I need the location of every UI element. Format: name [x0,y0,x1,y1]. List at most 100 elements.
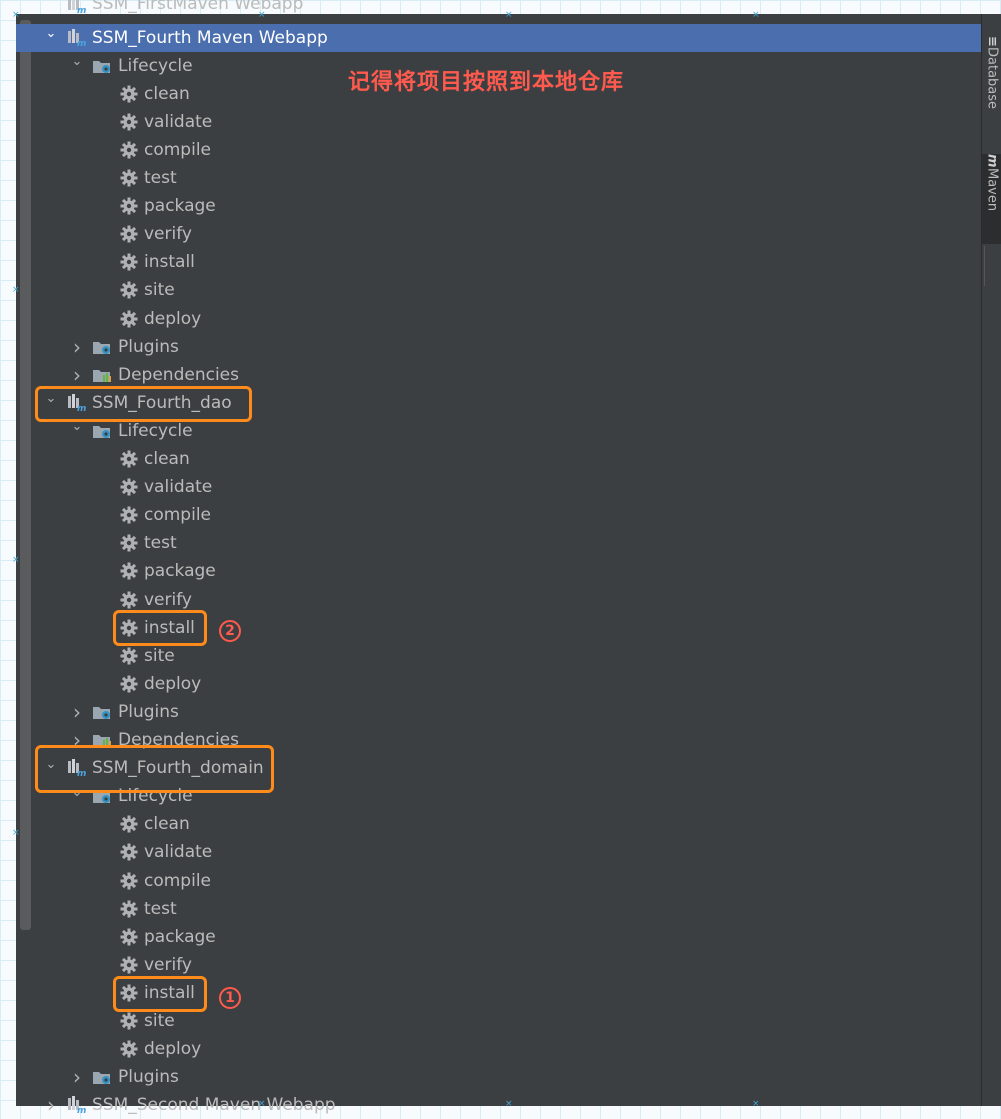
database-tab[interactable]: ≡ Database [982,36,1001,156]
lifecycle-goal-verify[interactable]: verify [16,220,981,248]
project-row-partial-bottom-label: SSM_Second Maven Webapp [92,1095,336,1116]
guide-dot: × [258,1099,266,1109]
plugins-folder[interactable]: › Plugins [16,333,981,361]
gear-icon [120,253,138,271]
gear-icon [120,310,138,328]
lifecycle-goal-validate[interactable]: validate [16,108,981,136]
plugins-folder[interactable]: › Plugins [16,698,981,726]
annotation-note: 记得将项目按照到本地仓库 [348,70,625,95]
svg-text:m: m [77,39,86,47]
chevron-right-icon[interactable]: › [68,1065,86,1089]
lifecycle-folder-icon [92,1068,112,1086]
gear-icon [120,675,138,693]
lifecycle-goal-verify-label: verify [144,954,192,975]
gear-icon [120,85,138,103]
lifecycle-goal-validate-label: validate [144,842,213,863]
lifecycle-goal-package[interactable]: package [16,923,981,951]
lifecycle-goal-site-label: site [144,1011,175,1031]
gear-icon [120,591,138,609]
lifecycle-goal-test-label: test [144,168,177,188]
lifecycle-goal-verify[interactable]: verify [16,951,981,979]
lifecycle-goal-test[interactable]: test [16,529,981,557]
svg-text:m: m [77,1106,86,1114]
lifecycle-goal-package-label: package [144,926,216,947]
lifecycle-goal-compile-label: compile [144,139,212,160]
highlight-box-dao [35,386,252,422]
gear-icon [120,169,138,187]
lifecycle-goal-compile-label: compile [144,870,212,891]
lifecycle-folder-icon [92,338,112,356]
maven-icon: m [984,154,1000,168]
project-row[interactable]: ⌄ m SSM_Fourth Maven Webapp [16,23,981,52]
right-tool-strip: ≡ Database m Maven [981,14,1001,1106]
lifecycle-goal-test-label: test [144,533,177,554]
highlight-box-domain-install [113,976,207,1012]
plugins-folder-label: Plugins [118,336,179,357]
lifecycle-goal-deploy[interactable]: deploy [16,1035,981,1063]
project-row-partial-top-label: SSM_FirstMaven Webapp [92,0,304,14]
gear-icon [120,1040,138,1058]
gear-icon [120,534,138,552]
lifecycle-goal-test[interactable]: test [16,895,981,923]
lifecycle-goal-package[interactable]: package [16,192,981,220]
lifecycle-goal-deploy-label: deploy [144,308,202,329]
lifecycle-goal-test[interactable]: test [16,164,981,192]
gear-icon [120,900,138,918]
lifecycle-goal-compile[interactable]: compile [16,136,981,164]
gear-icon [120,113,138,131]
gear-icon [120,197,138,215]
gear-icon [120,647,138,665]
lifecycle-goal-deploy-label: deploy [144,673,202,694]
lifecycle-goal-verify-label: verify [144,224,192,245]
chevron-right-icon[interactable]: › [68,363,86,387]
plugins-folder-label: Plugins [118,1067,179,1088]
dependencies-folder-icon [92,366,112,384]
side-divider [984,246,985,286]
lifecycle-folder-label: Lifecycle [118,420,193,441]
lifecycle-goal-deploy-label: deploy [144,1039,202,1060]
highlight-box-dao-install [113,610,207,646]
maven-project-icon: m [66,28,86,47]
lifecycle-goal-clean[interactable]: clean [16,810,981,838]
lifecycle-goal-deploy[interactable]: deploy [16,305,981,333]
lifecycle-goal-validate-label: validate [144,477,213,498]
guide-dot: × [752,1099,760,1109]
chevron-down-icon[interactable]: ⌄ [42,26,60,41]
lifecycle-goal-compile[interactable]: compile [16,867,981,895]
lifecycle-goal-install-label: install [144,252,195,273]
lifecycle-goal-install[interactable]: install [16,248,981,276]
chevron-right-icon[interactable]: › [68,700,86,724]
lifecycle-goal-deploy[interactable]: deploy [16,670,981,698]
chevron-right-icon[interactable]: › [68,335,86,359]
project-row-partial-top[interactable]: m SSM_FirstMaven Webapp [16,0,981,14]
guide-dot: × [752,10,760,20]
step-1-marker: 1 [219,987,241,1009]
maven-tab[interactable]: m Maven [982,154,1001,244]
gear-icon [120,815,138,833]
lifecycle-folder-icon [92,422,112,440]
chevron-right-icon[interactable]: › [42,1093,60,1117]
lifecycle-goal-package[interactable]: package [16,557,981,585]
lifecycle-goal-compile-label: compile [144,505,212,526]
database-tab-label: Database [984,46,1000,109]
lifecycle-folder-icon [92,57,112,75]
lifecycle-goal-site-label: site [144,645,175,666]
database-icon: ≡ [984,36,1000,47]
guide-dot: × [258,10,266,20]
lifecycle-goal-validate[interactable]: validate [16,838,981,866]
gear-icon [120,1012,138,1030]
gear-icon [120,956,138,974]
lifecycle-goal-clean[interactable]: clean [16,445,981,473]
guide-dot: × [505,10,513,20]
lifecycle-folder-label: Lifecycle [118,55,193,76]
chevron-down-icon[interactable]: ⌄ [68,54,86,69]
lifecycle-goal-validate[interactable]: validate [16,473,981,501]
lifecycle-goal-compile[interactable]: compile [16,501,981,529]
lifecycle-goal-package-label: package [144,196,216,217]
dependencies-folder[interactable]: › Dependencies [16,361,981,389]
plugins-folder[interactable]: › Plugins [16,1063,981,1091]
project-row-partial-bottom[interactable]: › m SSM_Second Maven Webapp [16,1091,981,1119]
gear-icon [120,141,138,159]
dependencies-folder-label: Dependencies [118,364,239,385]
lifecycle-goal-site[interactable]: site [16,276,981,304]
